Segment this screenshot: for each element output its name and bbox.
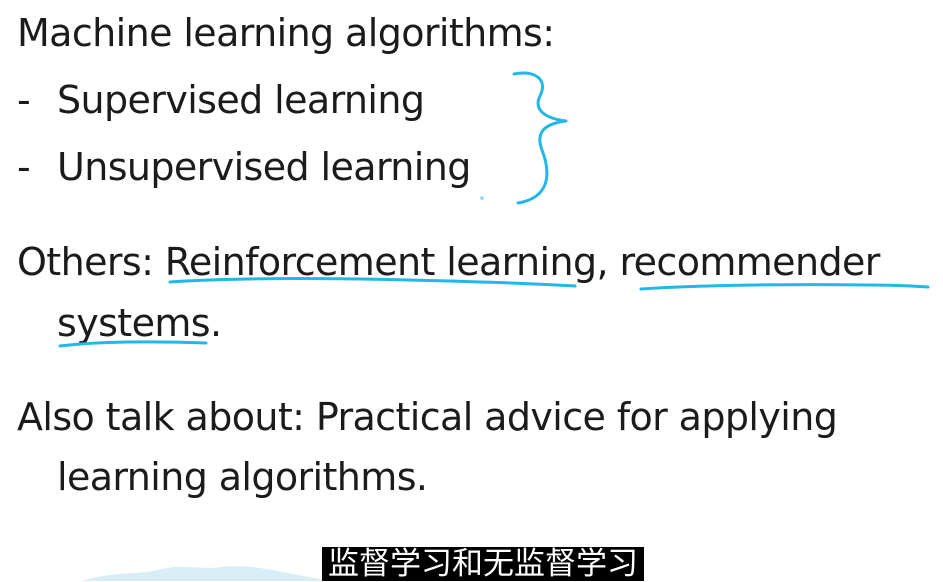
also-talk-line-1: Also talk about: Practical advice for ap…: [17, 395, 838, 439]
pen-dot: [480, 196, 484, 200]
others-recommender: recommender: [619, 240, 880, 284]
others-separator: ,: [596, 240, 620, 284]
bullet-dash-supervised: -: [17, 78, 31, 122]
underline-recommender: [639, 283, 930, 291]
others-period: .: [209, 301, 222, 345]
video-subtitle-box: 监督学习和无监督学习: [322, 547, 644, 581]
others-prefix: Others:: [17, 240, 165, 284]
faded-figure-fragment: [82, 566, 332, 581]
slide-title: Machine learning algorithms:: [17, 11, 555, 55]
video-subtitle: 监督学习和无监督学习: [328, 545, 638, 582]
bullet-supervised-learning: Supervised learning: [57, 78, 425, 122]
others-systems: systems: [57, 301, 211, 345]
bullet-unsupervised-learning: Unsupervised learning: [57, 145, 471, 189]
curly-brace-annotation: [512, 71, 568, 205]
lecture-slide: Machine learning algorithms: - Supervise…: [0, 0, 943, 581]
also-talk-line-2: learning algorithms.: [57, 455, 428, 499]
others-reinforcement: Reinforcement learning: [164, 240, 597, 284]
others-line: Others: Reinforcement learning, recommen…: [17, 243, 880, 281]
bullet-dash-unsupervised: -: [17, 145, 31, 189]
others-line-continued: systems.: [57, 301, 222, 345]
